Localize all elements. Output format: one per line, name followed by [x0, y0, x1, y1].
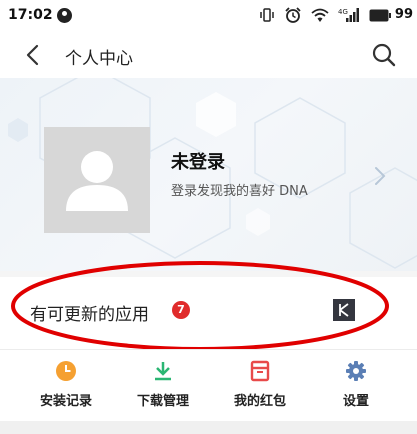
signal-icon: 4G: [338, 8, 359, 22]
battery-level: 99: [394, 7, 413, 22]
notification-icon: [57, 8, 72, 23]
avatar[interactable]: [44, 127, 150, 233]
download-manager-button[interactable]: 下载管理: [123, 360, 203, 409]
shortcuts-bar: 安装记录 下载管理 我的红包 设置: [0, 349, 417, 422]
status-icons: 4G: [259, 6, 391, 24]
clock-icon: [56, 361, 76, 381]
k-app-icon: [333, 299, 355, 321]
install-history-button[interactable]: 安装记录: [26, 360, 106, 409]
update-count-badge: 7: [172, 301, 190, 319]
header: 个人中心: [0, 32, 417, 78]
settings-button[interactable]: 设置: [316, 360, 396, 409]
svg-text:4G: 4G: [338, 8, 348, 16]
app-updates-row[interactable]: 有可更新的应用 7: [0, 277, 417, 349]
wifi-icon: [311, 8, 329, 22]
red-envelope-button[interactable]: 我的红包: [220, 360, 300, 409]
login-prompt[interactable]: 登录发现我的喜好 DNA: [171, 180, 308, 199]
search-icon: [372, 43, 396, 67]
shortcut-label: 我的红包: [233, 394, 286, 409]
status-bar: 17:02 4G 99: [0, 0, 417, 32]
page-title: 个人中心: [65, 49, 133, 69]
alarm-icon: [285, 7, 301, 23]
vibrate-icon: [260, 8, 274, 22]
battery-icon: [369, 9, 391, 21]
profile-card[interactable]: 未登录 登录发现我的喜好 DNA: [0, 78, 417, 271]
user-silhouette-icon: [66, 151, 128, 211]
chevron-right-icon[interactable]: [373, 165, 387, 187]
gear-icon: [346, 361, 366, 381]
back-button[interactable]: [20, 41, 48, 69]
shortcut-label: 设置: [342, 394, 369, 409]
footer-strip: [0, 421, 417, 434]
user-name[interactable]: 未登录: [171, 148, 225, 174]
download-icon: [155, 362, 171, 381]
status-time: 17:02: [8, 7, 53, 23]
search-button[interactable]: [369, 40, 399, 70]
red-envelope-icon: [250, 360, 270, 382]
shortcut-label: 安装记录: [39, 394, 92, 409]
chevron-left-icon: [26, 44, 39, 66]
shortcut-label: 下载管理: [136, 394, 189, 409]
updates-label: 有可更新的应用: [30, 305, 149, 325]
